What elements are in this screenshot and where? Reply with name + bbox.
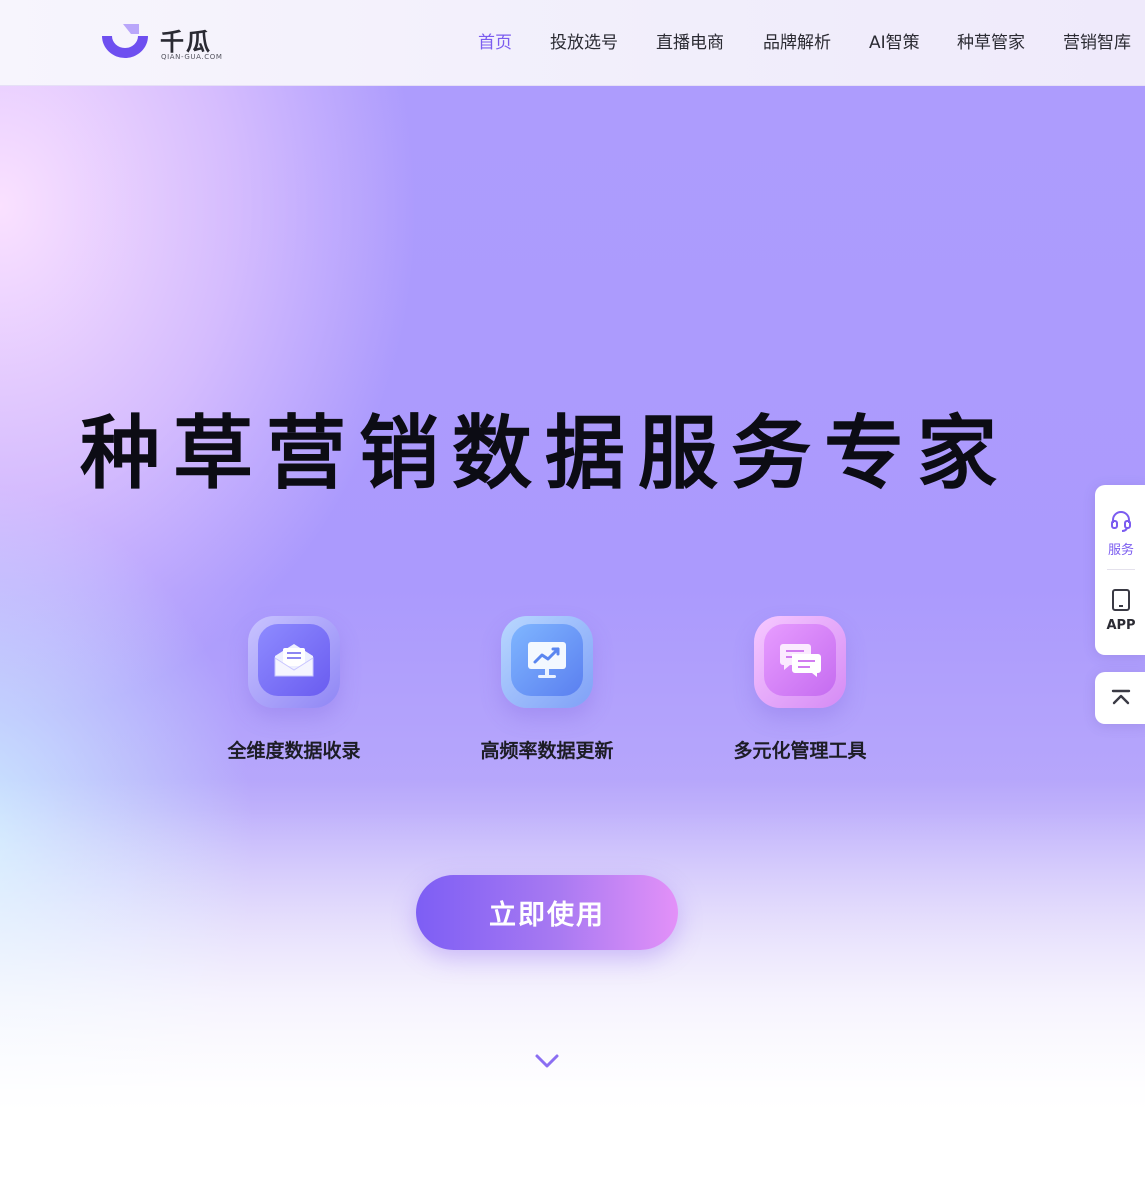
hero-section: 种草营销数据服务专家 全维度数据收录 高频率数据更新 多元化管理工具 立即使用 bbox=[0, 86, 1145, 1202]
feature-high-frequency-update: 高频率数据更新 bbox=[452, 616, 642, 763]
nav-item-marketing-library[interactable]: 营销智库 bbox=[1063, 30, 1131, 56]
side-panel-divider bbox=[1107, 569, 1135, 570]
feature-full-dimension-data: 全维度数据收录 bbox=[199, 616, 389, 763]
feature-icon-tile bbox=[248, 616, 340, 708]
main-nav: 首页 投放选号 直播电商 品牌解析 AI智策 种草管家 营销智库 bbox=[0, 30, 1145, 56]
nav-item-ai-strategy[interactable]: AI智策 bbox=[869, 30, 920, 56]
trend-chart-icon bbox=[528, 642, 566, 678]
feature-diverse-management-tools: 多元化管理工具 bbox=[705, 616, 895, 763]
app-download-button[interactable]: APP bbox=[1095, 588, 1145, 633]
headset-icon bbox=[1111, 511, 1131, 532]
back-to-top-button[interactable] bbox=[1095, 672, 1145, 724]
page: 千瓜 QIAN-GUA.COM 首页 投放选号 直播电商 品牌解析 AI智策 种… bbox=[0, 0, 1145, 1202]
top-navigation-bar: 千瓜 QIAN-GUA.COM 首页 投放选号 直播电商 品牌解析 AI智策 种… bbox=[0, 0, 1145, 86]
back-to-top-icon bbox=[1111, 689, 1131, 705]
service-label: 服务 bbox=[1107, 543, 1134, 558]
tablet-icon bbox=[1112, 589, 1130, 611]
feature-icon-tile bbox=[501, 616, 593, 708]
nav-item-brand-analysis[interactable]: 品牌解析 bbox=[763, 30, 831, 56]
customer-service-button[interactable]: 服务 bbox=[1095, 509, 1145, 558]
feature-label: 高频率数据更新 bbox=[480, 740, 614, 762]
mail-icon bbox=[274, 644, 314, 677]
hero-title: 种草营销数据服务专家 bbox=[80, 407, 1010, 500]
nav-item-seeding-manager[interactable]: 种草管家 bbox=[957, 30, 1025, 56]
feature-label: 多元化管理工具 bbox=[733, 740, 867, 762]
nav-item-home[interactable]: 首页 bbox=[478, 30, 512, 56]
feature-icon-tile bbox=[754, 616, 846, 708]
nav-item-placement-selection[interactable]: 投放选号 bbox=[550, 30, 618, 56]
floating-side-panel: 服务 APP bbox=[1095, 485, 1145, 655]
app-label: APP bbox=[1106, 618, 1136, 633]
feature-label: 全维度数据收录 bbox=[227, 740, 361, 762]
chat-icon bbox=[780, 644, 821, 677]
chevron-down-icon[interactable] bbox=[534, 1053, 560, 1069]
use-now-button[interactable]: 立即使用 bbox=[416, 875, 678, 950]
nav-item-live-commerce[interactable]: 直播电商 bbox=[656, 30, 724, 56]
